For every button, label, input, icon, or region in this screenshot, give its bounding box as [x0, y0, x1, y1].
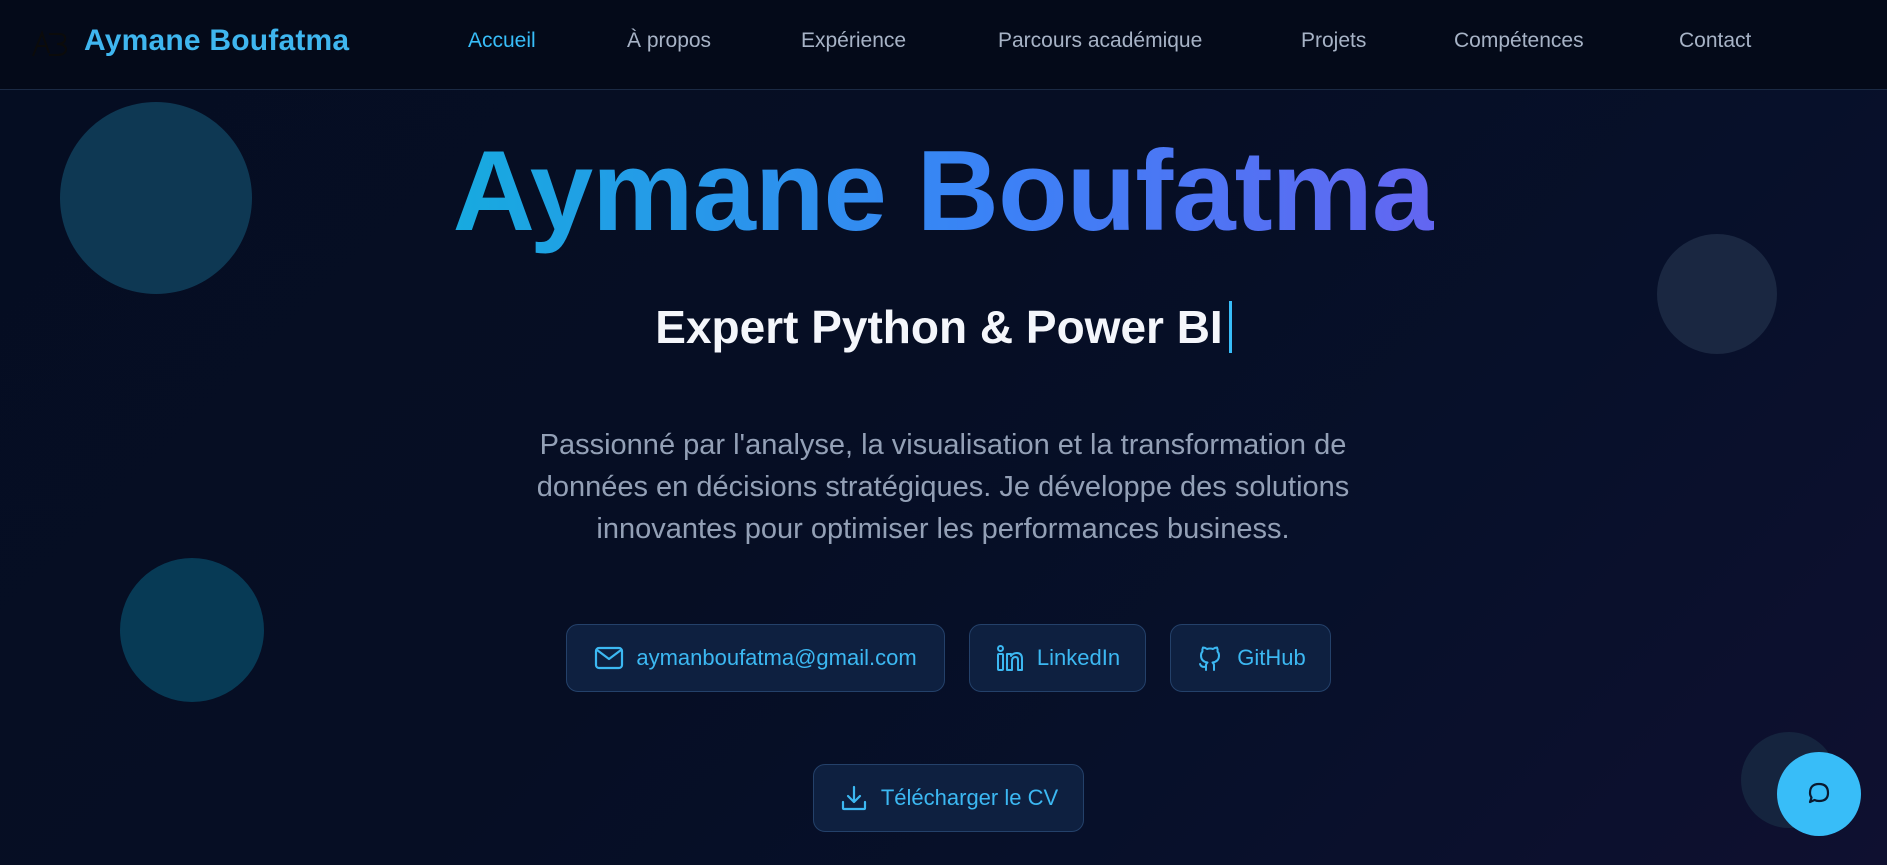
- linkedin-button-label: LinkedIn: [1036, 645, 1121, 670]
- linkedin-button[interactable]: LinkedIn: [969, 624, 1146, 692]
- email-button-label: aymanboufatma@gmail.com: [636, 645, 917, 670]
- download-cv-button[interactable]: Télécharger le CV: [813, 764, 1084, 832]
- chat-bubble-icon: [1808, 782, 1830, 804]
- github-button[interactable]: GitHub: [1170, 624, 1331, 692]
- linkedin-icon: [996, 645, 1023, 671]
- decorative-circle: [120, 558, 264, 702]
- hero-subtitle: Expert Python & Power BI: [0, 300, 1887, 355]
- github-button-label: GitHub: [1237, 645, 1306, 670]
- nav-link-projets[interactable]: Projets: [1301, 29, 1366, 53]
- nav-link-competences[interactable]: Compétences: [1454, 29, 1584, 53]
- hero-subtitle-text: Expert Python & Power BI: [655, 301, 1223, 353]
- mail-icon: [595, 646, 624, 670]
- ab-monogram-icon[interactable]: [30, 28, 70, 60]
- nav-link-a-propos[interactable]: À propos: [627, 29, 711, 53]
- hero-title-text: Aymane Boufatma: [452, 128, 1436, 255]
- email-button[interactable]: aymanboufatma@gmail.com: [566, 624, 945, 692]
- download-icon: [841, 785, 866, 811]
- download-cv-label: Télécharger le CV: [880, 785, 1059, 810]
- nav-link-contact[interactable]: Contact: [1679, 29, 1751, 53]
- nav-link-accueil[interactable]: Accueil: [468, 29, 536, 53]
- nav-link-parcours-academique[interactable]: Parcours académique: [998, 29, 1202, 53]
- portfolio-page: Aymane Boufatma Accueil À propos Expérie…: [0, 0, 1887, 865]
- hero-description: Passionné par l'analyse, la visualisatio…: [536, 429, 1350, 545]
- navbar: Aymane Boufatma Accueil À propos Expérie…: [0, 0, 1887, 90]
- hero-title: Aymane Boufatma: [0, 126, 1887, 257]
- chat-button[interactable]: [1777, 752, 1861, 836]
- github-icon: [1199, 646, 1221, 671]
- brand-name[interactable]: Aymane Boufatma: [84, 24, 349, 58]
- nav-link-experience[interactable]: Expérience: [801, 29, 906, 53]
- typing-cursor: [1228, 301, 1232, 353]
